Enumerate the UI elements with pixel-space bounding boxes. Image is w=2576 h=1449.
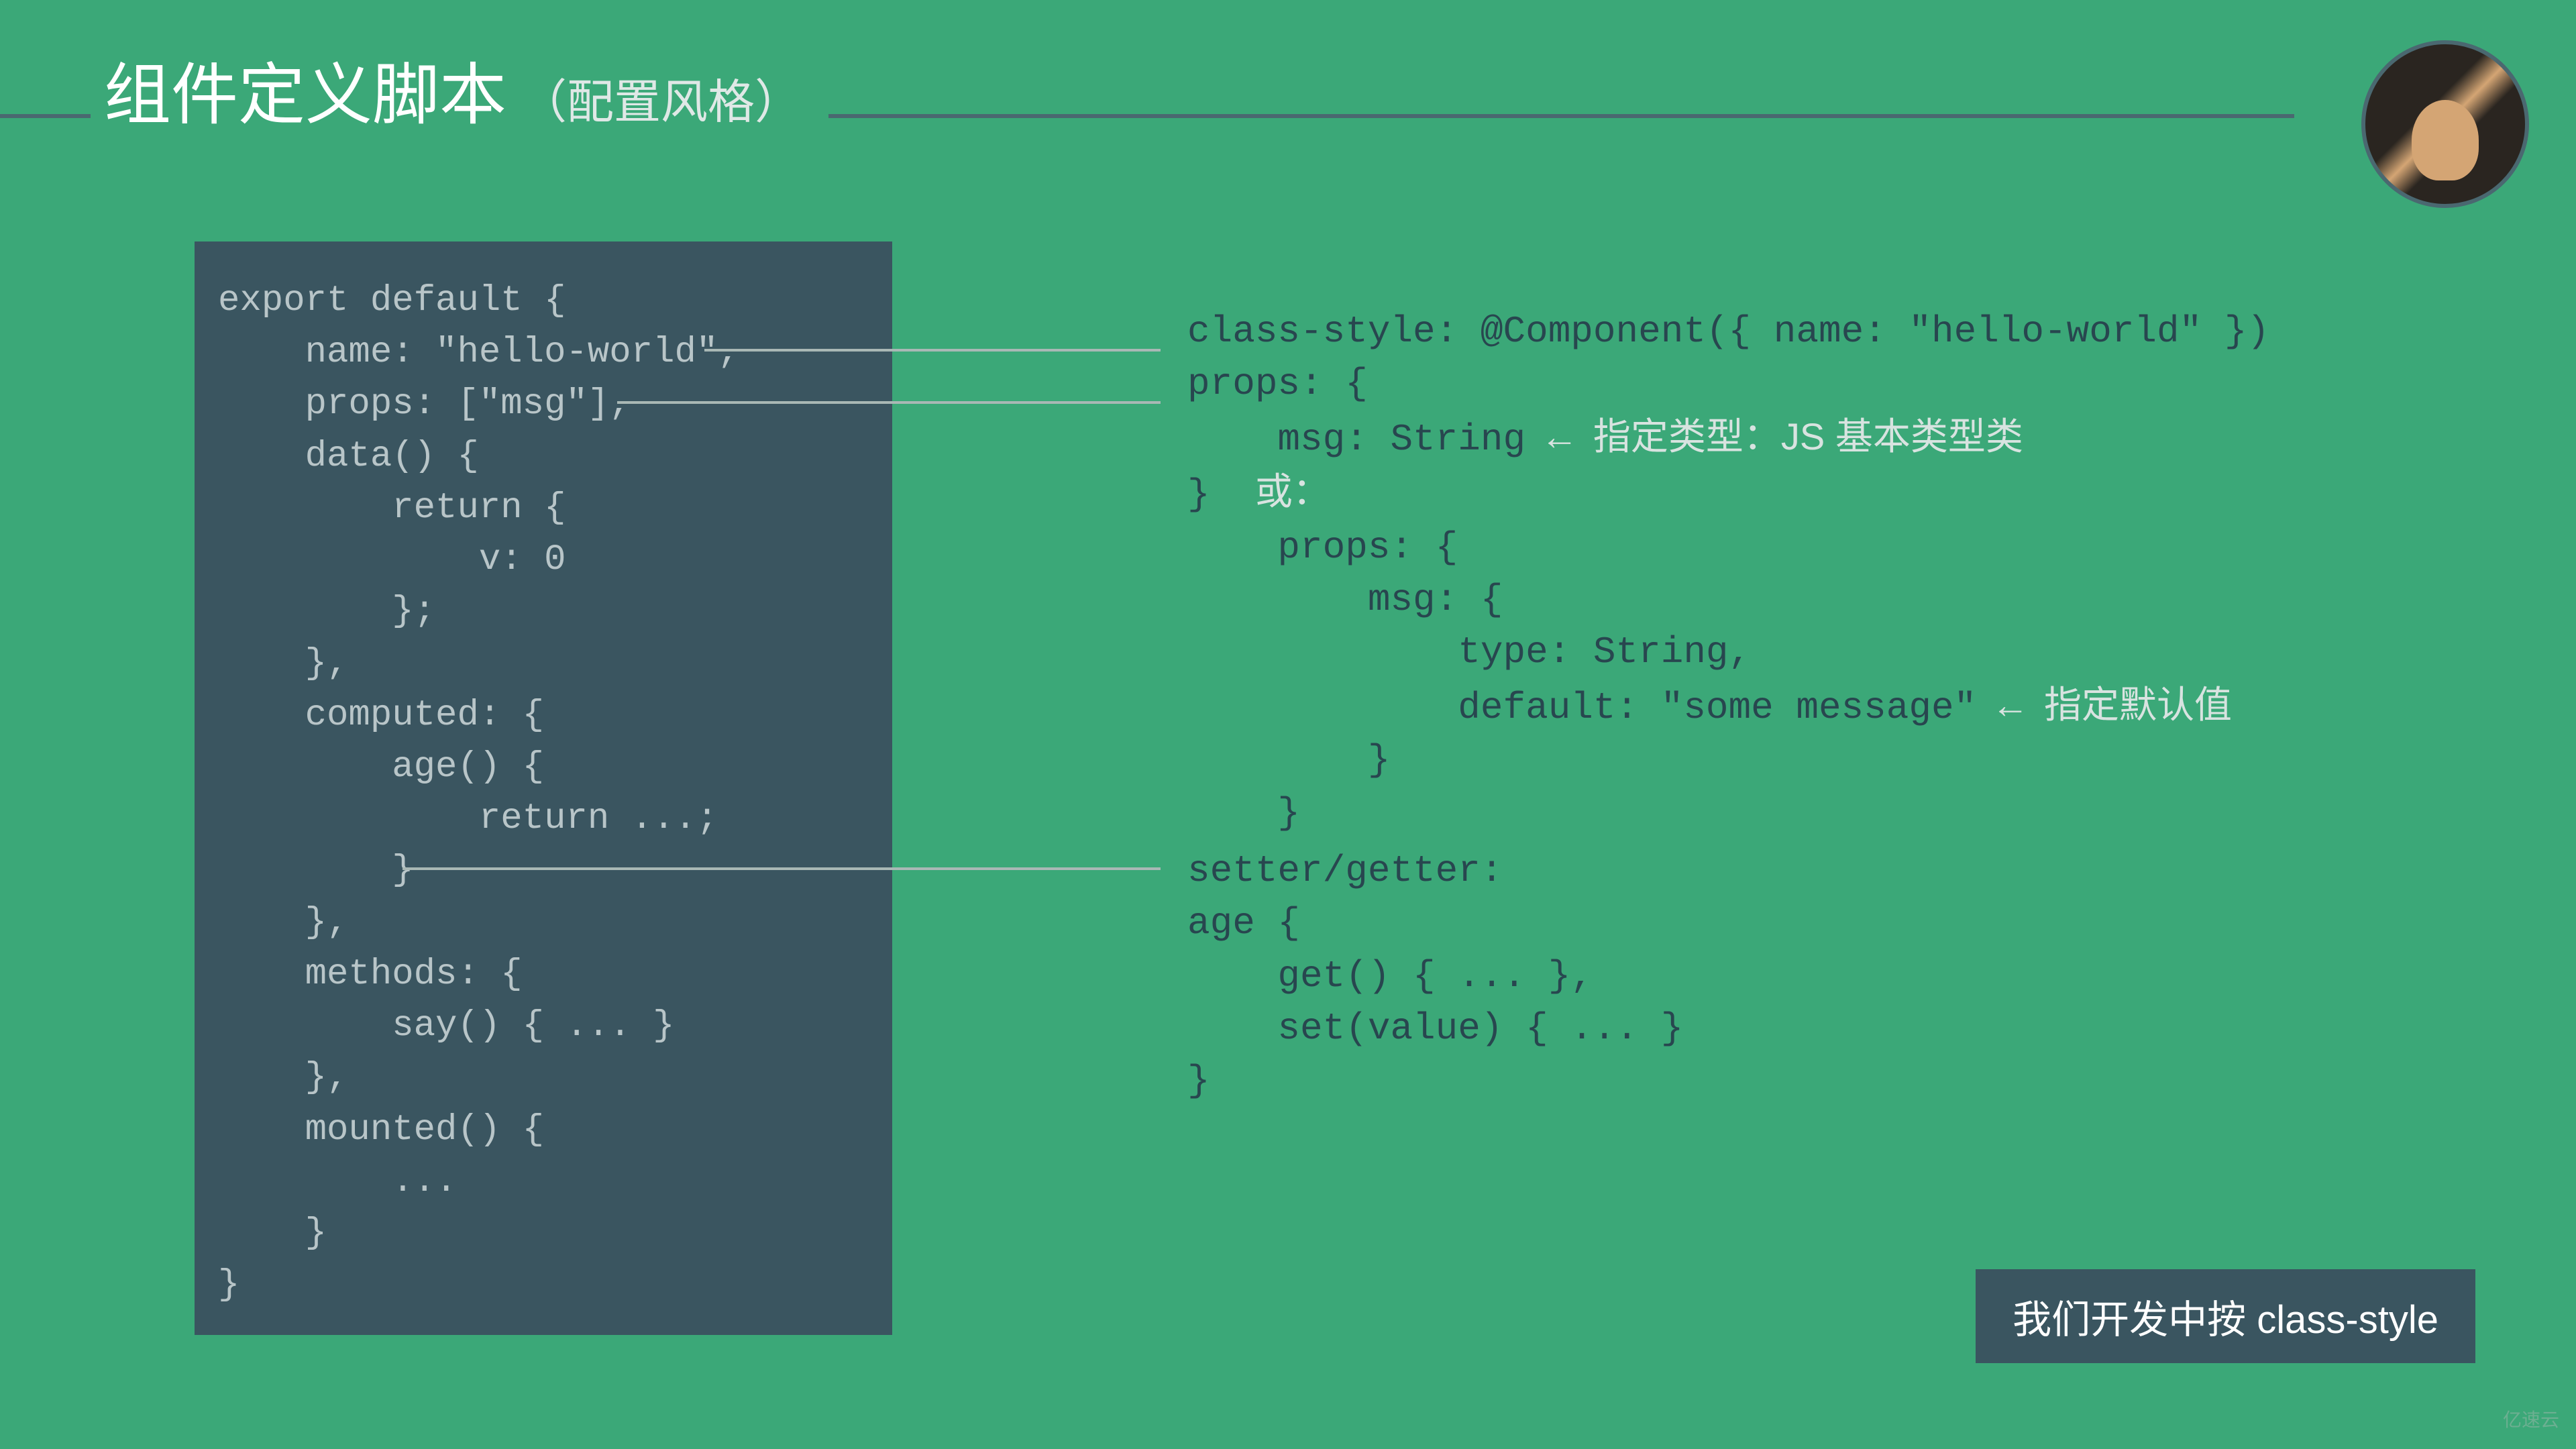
arrow-icon: ← <box>1548 418 1593 461</box>
code-line: mounted() { <box>218 1104 869 1156</box>
code-line: ... <box>218 1156 869 1208</box>
annotation-or: 或： <box>1255 470 1330 513</box>
arrow-icon: ← <box>1999 686 2044 729</box>
code-line: props: { <box>1187 521 2462 574</box>
code-line: }, <box>218 897 869 949</box>
code-line: } <box>1187 734 2462 786</box>
code-line: props: ["msg"], <box>218 378 869 430</box>
code-line: v: 0 <box>218 534 869 586</box>
code-line: default: "some message" ← 指定默认值 <box>1187 679 2462 734</box>
code-line: } <box>1187 787 2462 839</box>
code-line: type: String, <box>1187 626 2462 678</box>
watermark-text: 亿速云 <box>2503 1405 2559 1432</box>
annotation-type: 指定类型：JS 基本类型类 <box>1593 415 2023 458</box>
code-line: } <box>218 1208 869 1259</box>
code-line: computed: { <box>218 690 869 741</box>
footer-note-badge: 我们开发中按 class-style <box>1976 1269 2475 1363</box>
code-line: return ...; <box>218 793 869 845</box>
connector-line-2 <box>617 401 1161 404</box>
left-code-block: export default { name: "hello-world", pr… <box>195 241 892 1335</box>
code-line: } <box>218 1259 869 1311</box>
code-line: name: "hello-world", <box>218 327 869 378</box>
right-code-block: class-style: @Component({ name: "hello-w… <box>1187 305 2462 1108</box>
code-line: age() { <box>218 741 869 793</box>
code-line: say() { ... } <box>218 1000 869 1052</box>
code-line: } <box>218 845 869 896</box>
code-line: methods: { <box>218 949 869 1000</box>
code-line: } 或： <box>1187 466 2462 521</box>
code-line: age { <box>1187 897 2462 949</box>
code-line: data() { <box>218 431 869 482</box>
slide-title: 组件定义脚本 （配置风格） <box>104 40 802 138</box>
connector-line-3 <box>402 867 1161 870</box>
connector-line-1 <box>704 349 1161 352</box>
code-line: set(value) { ... } <box>1187 1002 2462 1055</box>
presenter-avatar <box>2361 40 2529 208</box>
slide-header: 组件定义脚本 （配置风格） <box>0 40 2576 138</box>
code-line: class-style: @Component({ name: "hello-w… <box>1187 305 2462 358</box>
title-subtitle: （配置风格） <box>520 64 802 132</box>
code-line: msg: String ← 指定类型：JS 基本类型类 <box>1187 411 2462 466</box>
code-line: props: { <box>1187 358 2462 410</box>
title-divider-right <box>828 114 2294 118</box>
title-divider-left <box>0 114 91 118</box>
code-line: }, <box>218 1052 869 1104</box>
title-main: 组件定义脚本 <box>104 40 506 138</box>
code-line: } <box>1187 1055 2462 1107</box>
code-line: export default { <box>218 275 869 327</box>
code-line: return { <box>218 482 869 534</box>
code-line: setter/getter: <box>1187 845 2462 897</box>
annotation-default: 指定默认值 <box>2044 684 2232 726</box>
code-line: get() { ... }, <box>1187 950 2462 1002</box>
code-line: }, <box>218 638 869 690</box>
code-line: }; <box>218 586 869 637</box>
code-line: msg: { <box>1187 574 2462 626</box>
